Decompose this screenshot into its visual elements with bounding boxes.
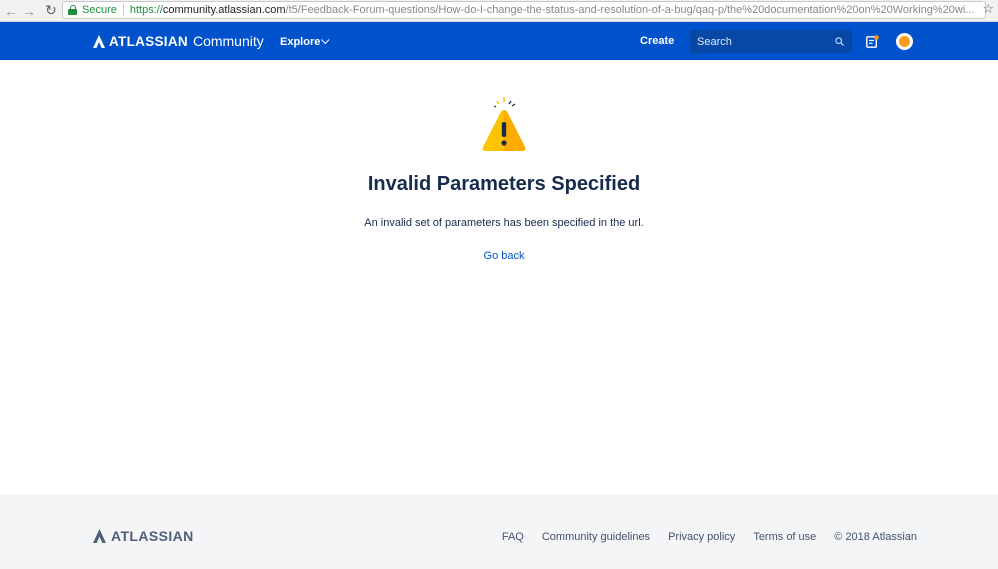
avatar-image — [899, 36, 910, 47]
footer-link-privacy-policy[interactable]: Privacy policy — [668, 531, 735, 543]
site-header: ATLASSIAN Community Explore Create — [0, 22, 998, 60]
atlassian-logo-icon — [93, 529, 106, 543]
search-input[interactable] — [697, 35, 827, 48]
footer-link-community-guidelines[interactable]: Community guidelines — [542, 531, 650, 543]
create-button[interactable]: Create — [640, 35, 674, 47]
url-host: community.atlassian.com — [162, 4, 286, 16]
lock-icon — [68, 5, 77, 15]
explore-menu[interactable]: Explore — [280, 35, 330, 48]
atlassian-community-logo[interactable]: ATLASSIAN Community — [93, 33, 264, 49]
error-message: An invalid set of parameters has been sp… — [364, 217, 644, 229]
bookmark-star-icon[interactable]: ☆ — [982, 0, 994, 18]
atlassian-logo-icon — [93, 34, 105, 48]
address-bar[interactable]: Secure https://community.atlassian.com/t… — [62, 1, 986, 19]
footer-atlassian-logo[interactable]: ATLASSIAN — [93, 528, 194, 544]
footer-brand-name: ATLASSIAN — [111, 528, 194, 544]
footer-copyright: © 2018 Atlassian — [834, 531, 917, 543]
url-protocol: https:// — [129, 4, 163, 16]
notifications-icon[interactable] — [866, 35, 879, 48]
back-arrow-icon[interactable]: ← — [2, 2, 20, 20]
address-divider — [122, 4, 124, 16]
go-back-link[interactable]: Go back — [0, 250, 998, 262]
page-title: Invalid Parameters Specified — [367, 173, 641, 195]
search-box[interactable] — [690, 30, 852, 53]
site-footer: ATLASSIAN FAQ Community guidelines Priva… — [0, 494, 998, 569]
url-path: /t5/Feedback-Forum-questions/How-do-I-ch… — [285, 4, 975, 16]
search-icon[interactable] — [835, 37, 844, 46]
explore-label: Explore — [280, 36, 321, 48]
footer-link-terms-of-use[interactable]: Terms of use — [753, 531, 816, 543]
footer-link-faq[interactable]: FAQ — [502, 531, 524, 543]
warning-icon — [482, 97, 526, 151]
brand-name: ATLASSIAN — [109, 33, 188, 49]
secure-label: Secure — [82, 4, 117, 16]
user-avatar[interactable] — [896, 33, 913, 50]
brand-sub: Community — [192, 33, 264, 49]
browser-toolbar: ← → ↻ Secure https://community.atlassian… — [0, 0, 998, 22]
footer-links: FAQ Community guidelines Privacy policy … — [502, 531, 917, 543]
chevron-down-icon — [321, 35, 330, 45]
forward-arrow-icon[interactable]: → — [20, 2, 38, 20]
reload-icon[interactable]: ↻ — [42, 2, 60, 20]
